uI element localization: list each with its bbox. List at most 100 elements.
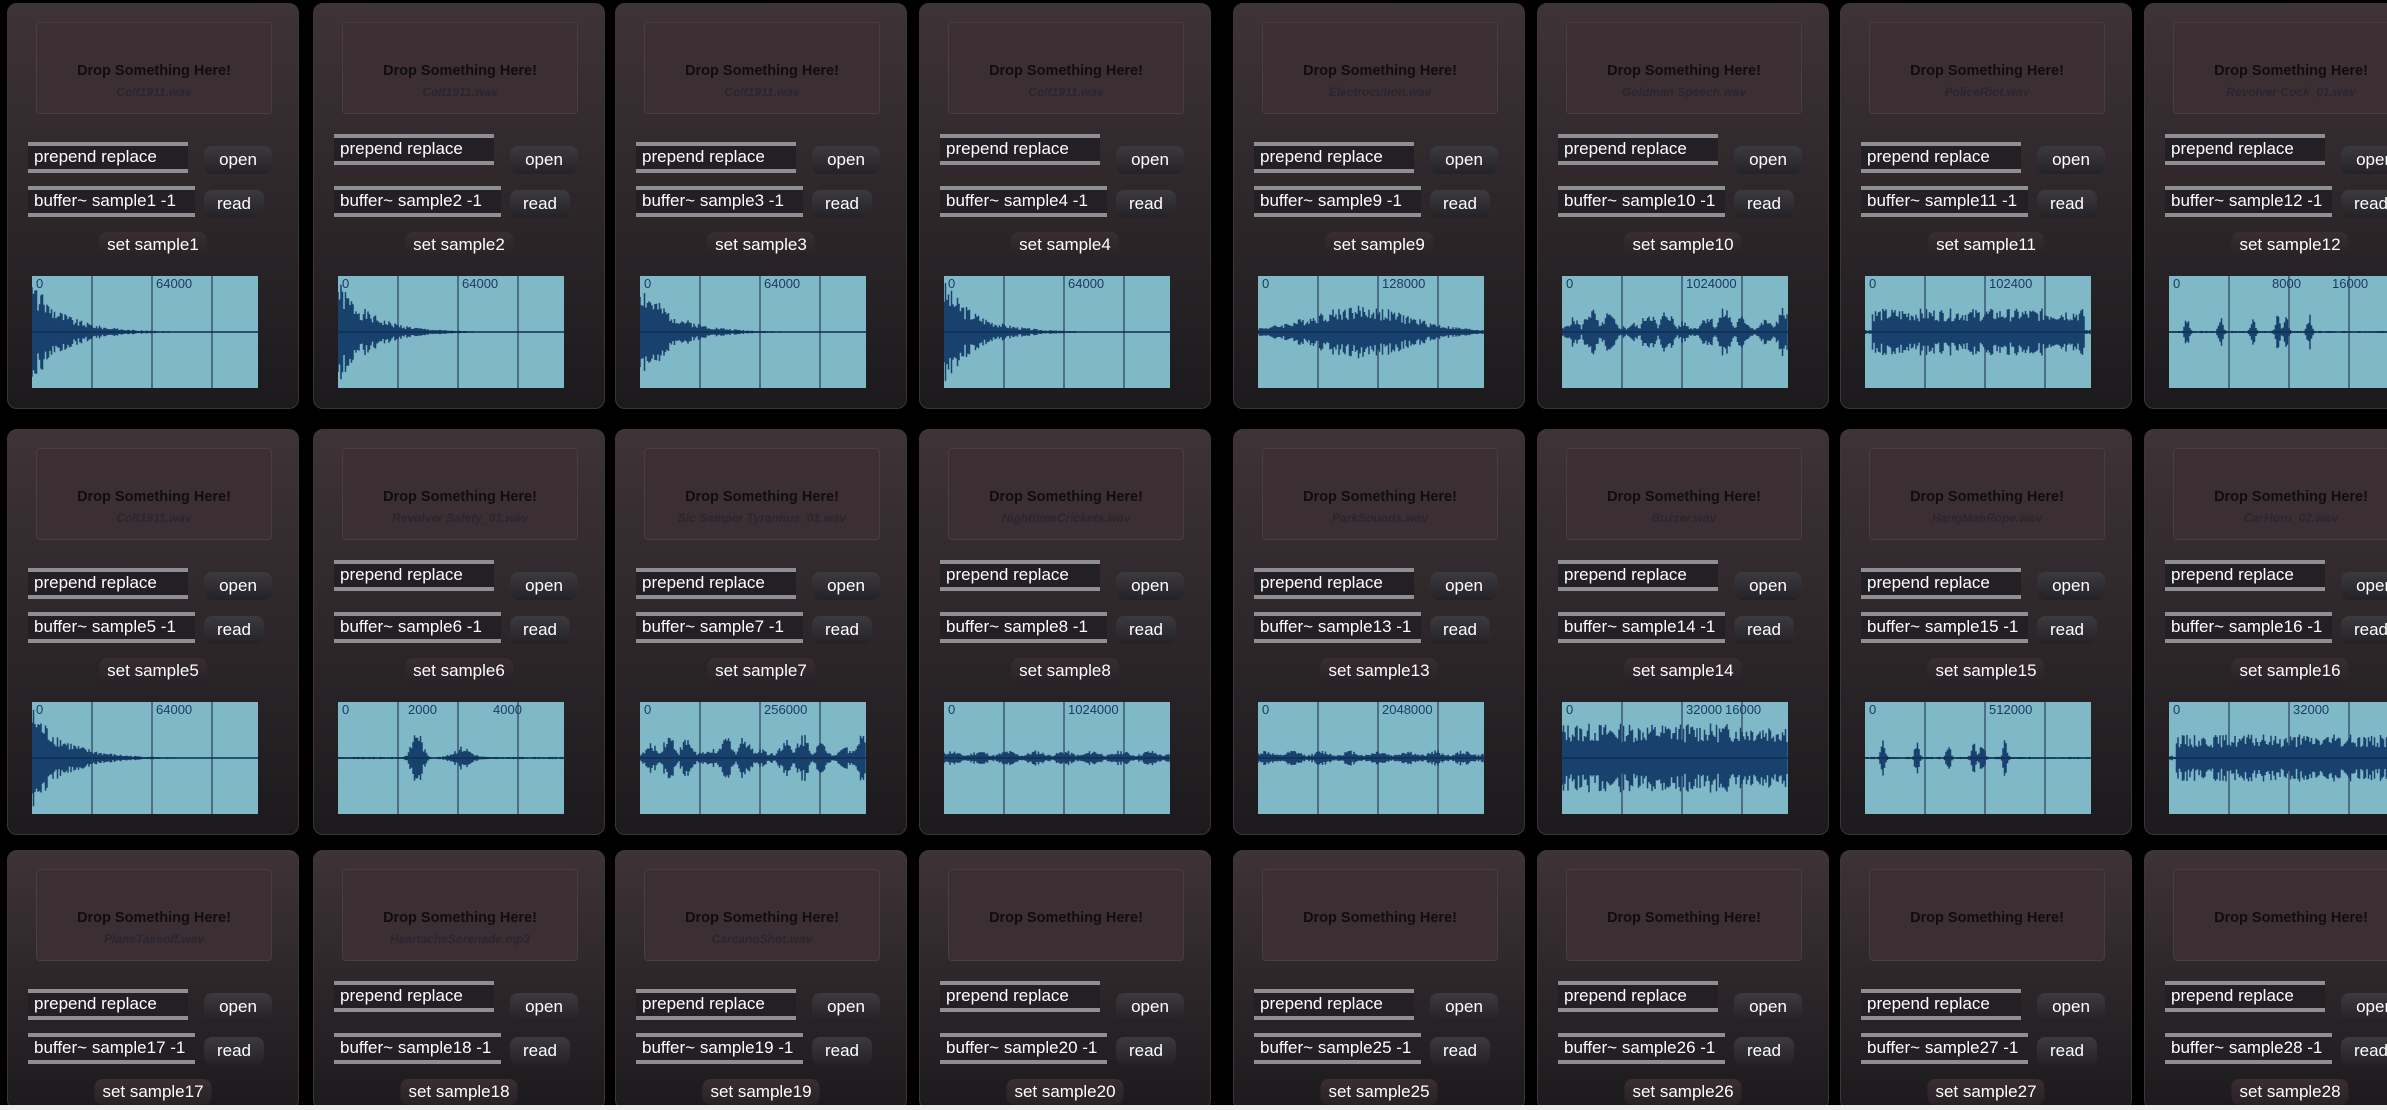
buffer-message[interactable]: buffer~ sample6 -1 (334, 612, 501, 643)
read-button[interactable]: read (1430, 616, 1490, 644)
open-button[interactable]: open (1116, 572, 1184, 600)
read-button[interactable]: read (1116, 1037, 1176, 1065)
set-sample-button[interactable]: set sample6 (405, 658, 513, 684)
prepend-replace-message[interactable]: prepend replace (28, 142, 188, 173)
open-button[interactable]: open (1734, 146, 1802, 174)
drop-zone[interactable]: Drop Something Here! Colt1911.wav (36, 448, 272, 540)
open-button[interactable]: open (1430, 993, 1498, 1021)
read-button[interactable]: read (2341, 616, 2387, 644)
set-sample-button[interactable]: set sample15 (1927, 658, 2045, 684)
drop-zone[interactable]: Drop Something Here! PoliceRiot.wav (1869, 22, 2105, 114)
buffer-message[interactable]: buffer~ sample8 -1 (940, 612, 1107, 643)
open-button[interactable]: open (812, 572, 880, 600)
prepend-replace-message[interactable]: prepend replace (1861, 142, 2021, 173)
set-sample-button[interactable]: set sample27 (1927, 1079, 2045, 1105)
read-button[interactable]: read (812, 1037, 872, 1065)
prepend-replace-message[interactable]: prepend replace (1254, 142, 1414, 173)
prepend-replace-message[interactable]: prepend replace (28, 568, 188, 599)
buffer-message[interactable]: buffer~ sample1 -1 (28, 186, 195, 217)
waveform-display[interactable]: 0 8000 16000 (2169, 276, 2387, 388)
prepend-replace-message[interactable]: prepend replace (636, 142, 796, 173)
set-sample-button[interactable]: set sample26 (1624, 1079, 1742, 1105)
buffer-message[interactable]: buffer~ sample4 -1 (940, 186, 1107, 217)
waveform-display[interactable]: 0 1024000 (1562, 276, 1788, 388)
waveform-display[interactable]: 0 16000 32000 (1562, 702, 1788, 814)
open-button[interactable]: open (2037, 572, 2105, 600)
set-sample-button[interactable]: set sample11 (1928, 232, 2044, 258)
set-sample-button[interactable]: set sample19 (702, 1079, 820, 1105)
buffer-message[interactable]: buffer~ sample28 -1 (2165, 1033, 2332, 1064)
drop-zone[interactable]: Drop Something Here! Colt1911.wav (948, 22, 1184, 114)
set-sample-button[interactable]: set sample12 (2231, 232, 2349, 258)
waveform-display[interactable]: 0 128000 (1258, 276, 1484, 388)
open-button[interactable]: open (204, 572, 272, 600)
prepend-replace-message[interactable]: prepend replace (1254, 989, 1414, 1020)
drop-zone[interactable]: Drop Something Here! CarHorn_02.wav (2173, 448, 2387, 540)
read-button[interactable]: read (2037, 1037, 2097, 1065)
prepend-replace-message[interactable]: prepend replace (334, 134, 494, 165)
buffer-message[interactable]: buffer~ sample2 -1 (334, 186, 501, 217)
set-sample-button[interactable]: set sample25 (1320, 1079, 1438, 1105)
open-button[interactable]: open (2037, 993, 2105, 1021)
read-button[interactable]: read (2341, 190, 2387, 218)
waveform-display[interactable]: 0 64000 (944, 276, 1170, 388)
waveform-display[interactable]: 0 64000 (32, 702, 258, 814)
drop-zone[interactable]: Drop Something Here! ParkSounds.wav (1262, 448, 1498, 540)
read-button[interactable]: read (1734, 190, 1794, 218)
read-button[interactable]: read (812, 616, 872, 644)
open-button[interactable]: open (2037, 146, 2105, 174)
set-sample-button[interactable]: set sample5 (99, 658, 207, 684)
waveform-display[interactable]: 0 2000 4000 (338, 702, 564, 814)
read-button[interactable]: read (1734, 1037, 1794, 1065)
prepend-replace-message[interactable]: prepend replace (940, 560, 1100, 591)
buffer-message[interactable]: buffer~ sample11 -1 (1861, 186, 2028, 217)
waveform-display[interactable]: 0 64000 (640, 276, 866, 388)
drop-zone[interactable]: Drop Something Here! HangManRope.wav (1869, 448, 2105, 540)
prepend-replace-message[interactable]: prepend replace (28, 989, 188, 1020)
prepend-replace-message[interactable]: prepend replace (2165, 560, 2325, 591)
buffer-message[interactable]: buffer~ sample16 -1 (2165, 612, 2332, 643)
waveform-display[interactable]: 0 512000 (1865, 702, 2091, 814)
set-sample-button[interactable]: set sample8 (1011, 658, 1119, 684)
read-button[interactable]: read (510, 616, 570, 644)
prepend-replace-message[interactable]: prepend replace (1861, 989, 2021, 1020)
read-button[interactable]: read (204, 1037, 264, 1065)
open-button[interactable]: open (1734, 572, 1802, 600)
prepend-replace-message[interactable]: prepend replace (636, 568, 796, 599)
drop-zone[interactable]: Drop Something Here! (948, 869, 1184, 961)
open-button[interactable]: open (2341, 572, 2387, 600)
drop-zone[interactable]: Drop Something Here! PlaneTakeoff.wav (36, 869, 272, 961)
drop-zone[interactable]: Drop Something Here! (1869, 869, 2105, 961)
read-button[interactable]: read (1116, 190, 1176, 218)
buffer-message[interactable]: buffer~ sample7 -1 (636, 612, 803, 643)
open-button[interactable]: open (204, 993, 272, 1021)
open-button[interactable]: open (510, 572, 578, 600)
open-button[interactable]: open (204, 146, 272, 174)
drop-zone[interactable]: Drop Something Here! Buzzer.wav (1566, 448, 1802, 540)
buffer-message[interactable]: buffer~ sample3 -1 (636, 186, 803, 217)
buffer-message[interactable]: buffer~ sample13 -1 (1254, 612, 1421, 643)
waveform-display[interactable]: 0 256000 (640, 702, 866, 814)
open-button[interactable]: open (510, 993, 578, 1021)
prepend-replace-message[interactable]: prepend replace (1558, 981, 1718, 1012)
buffer-message[interactable]: buffer~ sample9 -1 (1254, 186, 1421, 217)
read-button[interactable]: read (812, 190, 872, 218)
open-button[interactable]: open (2341, 993, 2387, 1021)
buffer-message[interactable]: buffer~ sample26 -1 (1558, 1033, 1725, 1064)
waveform-display[interactable]: 0 102400 (1865, 276, 2091, 388)
read-button[interactable]: read (1734, 616, 1794, 644)
drop-zone[interactable]: Drop Something Here! HeartacheSerenade.mp… (342, 869, 578, 961)
set-sample-button[interactable]: set sample14 (1624, 658, 1742, 684)
drop-zone[interactable]: Drop Something Here! Electrocution.wav (1262, 22, 1498, 114)
prepend-replace-message[interactable]: prepend replace (2165, 134, 2325, 165)
buffer-message[interactable]: buffer~ sample17 -1 (28, 1033, 195, 1064)
prepend-replace-message[interactable]: prepend replace (636, 989, 796, 1020)
drop-zone[interactable]: Drop Something Here! Colt1911.wav (644, 22, 880, 114)
set-sample-button[interactable]: set sample18 (400, 1079, 518, 1105)
set-sample-button[interactable]: set sample16 (2231, 658, 2349, 684)
open-button[interactable]: open (812, 993, 880, 1021)
open-button[interactable]: open (2341, 146, 2387, 174)
prepend-replace-message[interactable]: prepend replace (1558, 560, 1718, 591)
set-sample-button[interactable]: set sample13 (1320, 658, 1438, 684)
buffer-message[interactable]: buffer~ sample10 -1 (1558, 186, 1725, 217)
